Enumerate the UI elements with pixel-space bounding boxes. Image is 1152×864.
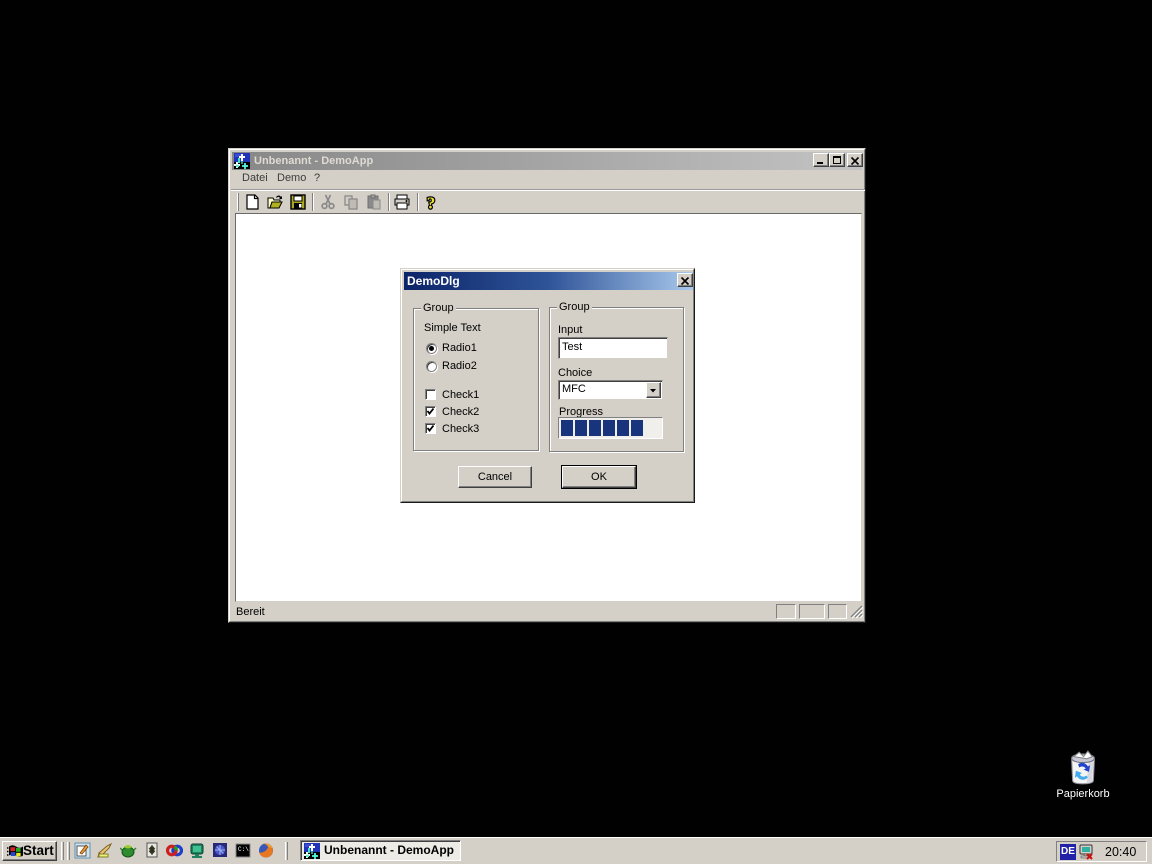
- svg-text:C:\: C:\: [238, 846, 249, 853]
- svg-text:?: ?: [427, 194, 436, 210]
